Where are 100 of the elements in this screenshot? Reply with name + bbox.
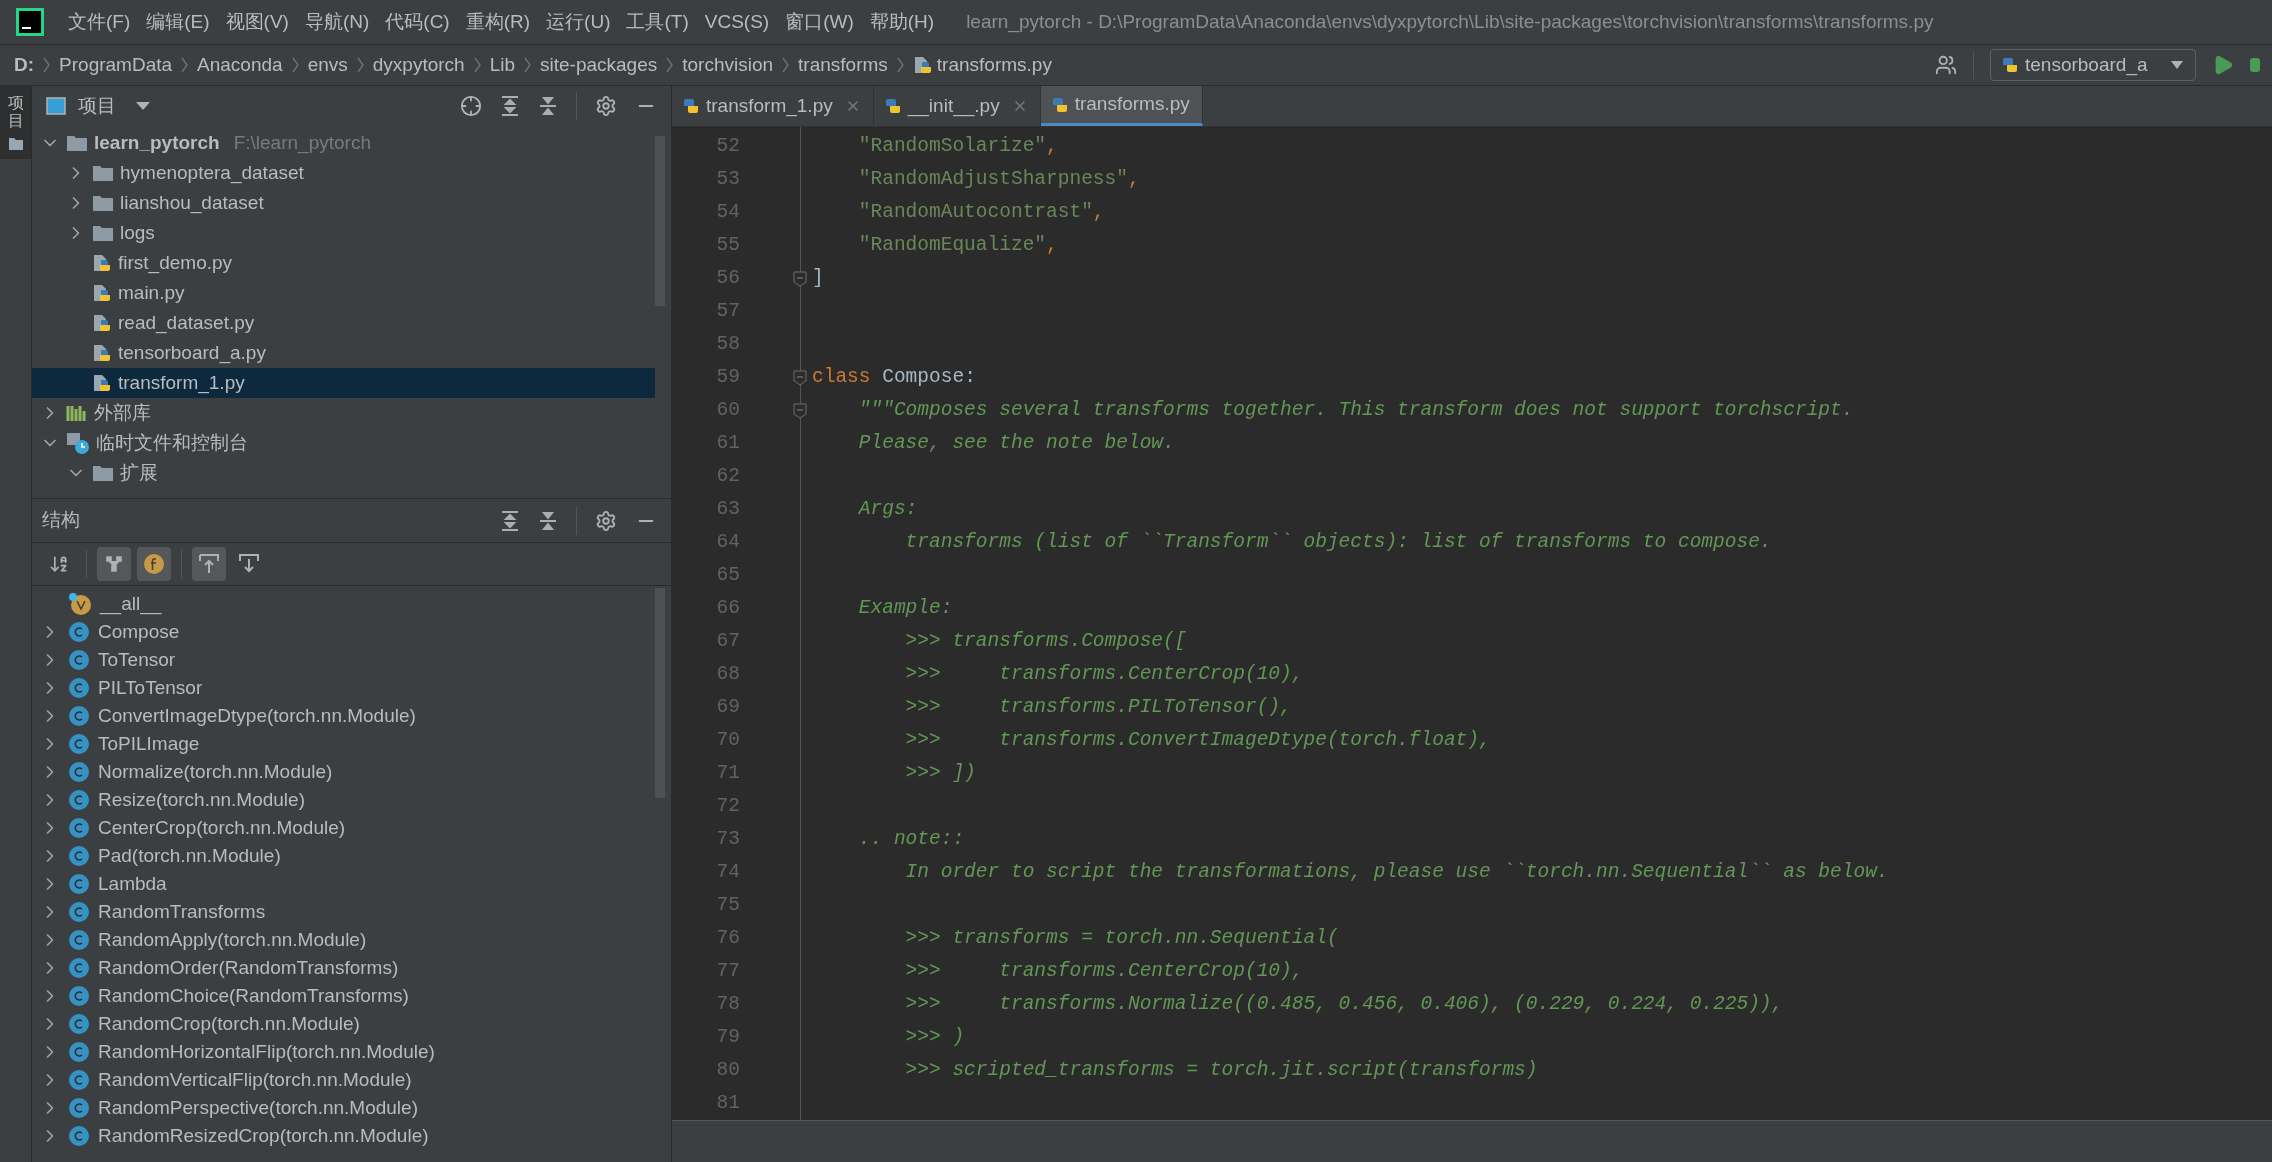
inherited-toggle[interactable] bbox=[97, 547, 131, 581]
breadcrumb-item[interactable]: D: bbox=[14, 50, 35, 80]
python-file-icon bbox=[912, 54, 933, 76]
structure-item[interactable]: RandomPerspective(torch.nn.Module) bbox=[32, 1094, 655, 1122]
structure-item[interactable]: RandomChoice(RandomTransforms) bbox=[32, 982, 655, 1010]
structure-item[interactable]: RandomApply(torch.nn.Module) bbox=[32, 926, 655, 954]
library-icon bbox=[66, 403, 88, 423]
editor-tab[interactable]: transform_1.py bbox=[672, 86, 874, 126]
line-number: 67 bbox=[715, 628, 740, 654]
structure-item[interactable]: RandomHorizontalFlip(torch.nn.Module) bbox=[32, 1038, 655, 1066]
structure-item[interactable]: Pad(torch.nn.Module) bbox=[32, 842, 655, 870]
structure-item[interactable]: Lambda bbox=[32, 870, 655, 898]
fold-marker-icon[interactable] bbox=[793, 270, 807, 287]
menu-item[interactable]: 窗口(W) bbox=[777, 7, 862, 37]
project-tool-button[interactable]: 项目 bbox=[0, 86, 31, 160]
tree-item[interactable]: hymenoptera_dataset bbox=[32, 158, 655, 188]
structure-item[interactable]: Normalize(torch.nn.Module) bbox=[32, 758, 655, 786]
menu-item[interactable]: 运行(U) bbox=[538, 7, 619, 37]
structure-item[interactable]: Resize(torch.nn.Module) bbox=[32, 786, 655, 814]
menu-item[interactable]: 工具(T) bbox=[618, 7, 697, 37]
line-number: 64 bbox=[715, 529, 740, 555]
tree-item[interactable]: 临时文件和控制台 bbox=[32, 428, 655, 458]
run-configuration-dropdown[interactable]: tensorboard_a bbox=[1990, 49, 2196, 81]
tree-item[interactable]: learn_pytorch F:\learn_pytorch bbox=[32, 128, 655, 158]
menu-item[interactable]: 帮助(H) bbox=[861, 7, 943, 37]
breadcrumb-item[interactable]: transforms bbox=[798, 50, 888, 80]
breadcrumb-item[interactable]: ProgramData bbox=[59, 50, 173, 80]
editor-tab[interactable]: __init__.py bbox=[873, 86, 1041, 126]
collapse-all-icon[interactable] bbox=[538, 509, 558, 532]
structure-item[interactable]: Compose bbox=[32, 618, 655, 646]
breadcrumb-item[interactable]: site-packages bbox=[540, 50, 658, 80]
code-line: In order to script the transformations, please use ``torch.nn.Sequential`` as below. bbox=[904, 859, 1889, 885]
structure-item[interactable]: RandomTransforms bbox=[32, 898, 655, 926]
locate-icon[interactable] bbox=[460, 95, 482, 117]
structure-item[interactable]: RandomCrop(torch.nn.Module) bbox=[32, 1010, 655, 1038]
menu-item[interactable]: VCS(S) bbox=[696, 7, 778, 37]
tree-item[interactable]: main.py bbox=[32, 278, 655, 308]
menu-item[interactable]: 重构(R) bbox=[457, 7, 539, 37]
class-icon bbox=[68, 789, 90, 811]
fold-marker-icon[interactable] bbox=[793, 402, 807, 419]
class-icon bbox=[68, 733, 90, 755]
tree-item[interactable]: 外部库 bbox=[32, 398, 655, 428]
structure-item[interactable]: __all__ bbox=[32, 590, 655, 618]
settings-icon[interactable] bbox=[595, 509, 617, 532]
structure-item[interactable]: RandomVerticalFlip(torch.nn.Module) bbox=[32, 1066, 655, 1094]
breadcrumb-item[interactable]: Anaconda bbox=[197, 50, 283, 80]
structure-item[interactable]: RandomOrder(RandomTransforms) bbox=[32, 954, 655, 982]
breadcrumb-item[interactable]: Lib bbox=[489, 50, 515, 80]
line-number: 62 bbox=[715, 463, 740, 489]
python-file-icon bbox=[92, 372, 112, 394]
structure-item[interactable]: ConvertImageDtype(torch.nn.Module) bbox=[32, 702, 655, 730]
project-window-icon bbox=[46, 97, 66, 115]
separator-icon bbox=[524, 57, 531, 73]
collapse-all-icon[interactable] bbox=[538, 95, 558, 117]
menu-item[interactable]: 视图(V) bbox=[217, 7, 297, 37]
sort-alphabetically-icon bbox=[49, 554, 69, 574]
structure-item[interactable]: RandomResizedCrop(torch.nn.Module) bbox=[32, 1122, 655, 1150]
tree-item[interactable]: logs bbox=[32, 218, 655, 248]
class-icon bbox=[68, 957, 90, 979]
dropdown-caret-icon[interactable] bbox=[136, 102, 150, 110]
menu-item[interactable]: 代码(C) bbox=[377, 7, 458, 37]
breadcrumb-item[interactable]: envs bbox=[307, 50, 348, 80]
class-icon bbox=[68, 761, 90, 783]
code-line: "RandomAutocontrast", bbox=[857, 199, 1105, 225]
panel-title[interactable]: 结构 bbox=[42, 506, 80, 535]
breadcrumb-item[interactable]: dyxpytorch bbox=[372, 50, 465, 80]
line-number: 76 bbox=[715, 925, 740, 951]
tree-item[interactable]: 扩展 bbox=[32, 458, 655, 488]
line-number: 58 bbox=[715, 331, 740, 357]
tree-item[interactable]: read_dataset.py bbox=[32, 308, 655, 338]
scroll-to-toggle[interactable] bbox=[192, 547, 226, 581]
settings-icon[interactable] bbox=[595, 95, 617, 117]
code-line: >>> scripted_transforms = torch.jit.script(transforms) bbox=[904, 1057, 1538, 1083]
expand-all-icon[interactable] bbox=[500, 509, 520, 532]
menu-item[interactable]: 编辑(E) bbox=[138, 7, 218, 37]
code-line: >>> transforms.PILToTensor(), bbox=[904, 694, 1292, 720]
breadcrumb-item[interactable]: torchvision bbox=[682, 50, 774, 80]
separator-icon bbox=[896, 57, 904, 73]
menu-item[interactable]: 导航(N) bbox=[296, 7, 378, 37]
account-icon[interactable] bbox=[1935, 54, 1957, 76]
class-icon bbox=[68, 1041, 90, 1063]
structure-item[interactable]: ToPILImage bbox=[32, 730, 655, 758]
python-file-icon bbox=[92, 282, 112, 304]
panel-title[interactable]: 项目 bbox=[78, 91, 116, 121]
tree-item[interactable]: lianshou_dataset bbox=[32, 188, 655, 218]
fields-toggle[interactable] bbox=[137, 547, 171, 581]
tree-item[interactable]: tensorboard_a.py bbox=[32, 338, 655, 368]
tree-item[interactable]: first_demo.py bbox=[32, 248, 655, 278]
structure-item[interactable]: ToTensor bbox=[32, 646, 655, 674]
tree-item[interactable]: transform_1.py bbox=[32, 368, 655, 398]
breadcrumb-item[interactable]: transforms.py bbox=[912, 50, 1052, 80]
class-icon bbox=[68, 1069, 90, 1091]
structure-item[interactable]: CenterCrop(torch.nn.Module) bbox=[32, 814, 655, 842]
structure-item[interactable]: PILToTensor bbox=[32, 674, 655, 702]
fold-marker-icon[interactable] bbox=[793, 369, 807, 386]
expand-all-icon[interactable] bbox=[500, 95, 520, 117]
editor-tab[interactable]: transforms.py bbox=[1040, 86, 1203, 126]
code-line: .. note:: bbox=[857, 826, 965, 852]
menu-item[interactable]: 文件(F) bbox=[60, 7, 139, 37]
app-logo-icon[interactable] bbox=[16, 8, 44, 36]
